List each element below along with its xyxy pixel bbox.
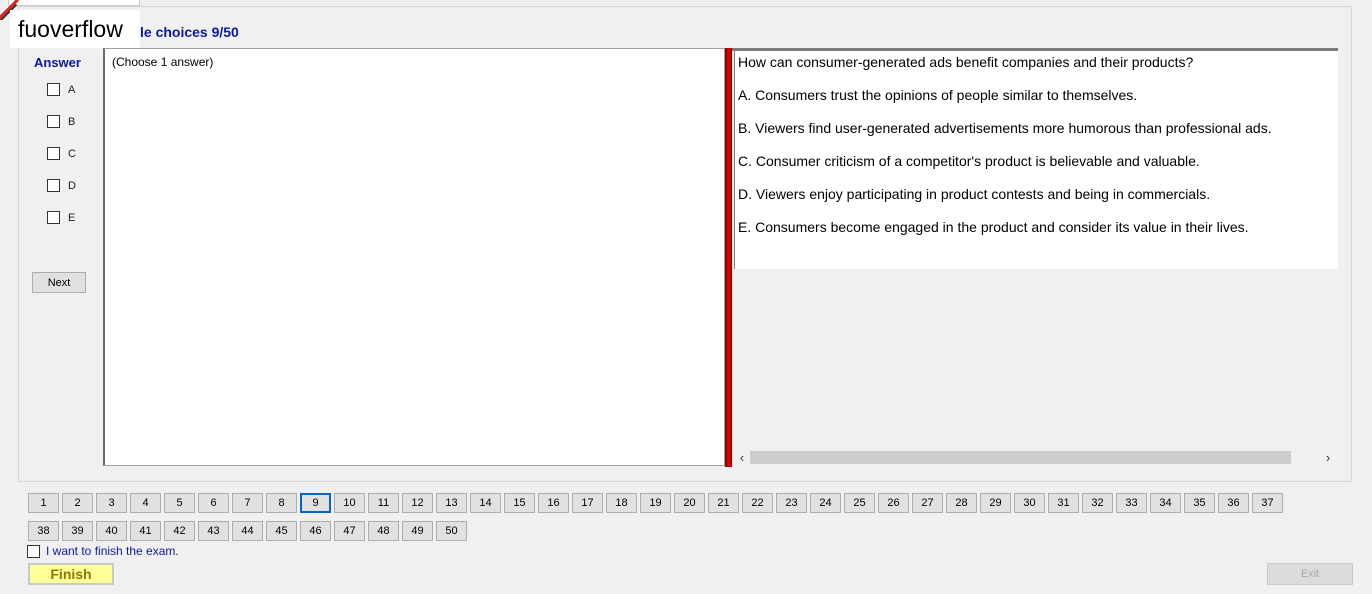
checkbox-d[interactable] [47, 179, 60, 192]
question-nav-button[interactable]: 40 [96, 521, 127, 541]
question-nav-button[interactable]: 6 [198, 493, 229, 513]
question-nav-button[interactable]: 26 [878, 493, 909, 513]
splitter-bar[interactable] [725, 48, 732, 467]
question-nav-button[interactable]: 10 [334, 493, 365, 513]
answer-option-label: A [68, 83, 76, 96]
answer-option-label: B [68, 115, 76, 128]
answer-option-label: D [68, 179, 76, 192]
answer-option-c[interactable]: C [47, 147, 76, 160]
finish-checkbox-row[interactable]: I want to finish the exam. [27, 544, 179, 558]
question-nav-button[interactable]: 20 [674, 493, 705, 513]
question-option-e: E. Consumers become engaged in the produ… [738, 219, 1249, 235]
scroll-thumb[interactable] [750, 451, 1291, 464]
question-nav-button[interactable]: 44 [232, 521, 263, 541]
question-nav-button[interactable]: 18 [606, 493, 637, 513]
question-nav-button[interactable]: 29 [980, 493, 1011, 513]
scroll-left-icon[interactable]: ‹ [734, 450, 750, 465]
question-nav-button[interactable]: 39 [62, 521, 93, 541]
choose-hint: (Choose 1 answer) [112, 55, 214, 69]
question-nav-button[interactable]: 23 [776, 493, 807, 513]
question-nav-button[interactable]: 48 [368, 521, 399, 541]
question-nav-button[interactable]: 49 [402, 521, 433, 541]
question-nav-button[interactable]: 21 [708, 493, 739, 513]
question-nav-button[interactable]: 37 [1252, 493, 1283, 513]
question-nav-button[interactable]: 46 [300, 521, 331, 541]
question-nav-button[interactable]: 42 [164, 521, 195, 541]
horizontal-scrollbar[interactable]: ‹ › [734, 448, 1338, 466]
answer-option-a[interactable]: A [47, 83, 75, 96]
section-title: le choices 9/50 [140, 24, 239, 40]
question-nav-button[interactable]: 22 [742, 493, 773, 513]
question-nav-button[interactable]: 17 [572, 493, 603, 513]
checkbox-a[interactable] [47, 83, 60, 96]
checkbox-e[interactable] [47, 211, 60, 224]
question-nav-button[interactable]: 36 [1218, 493, 1249, 513]
checkbox-c[interactable] [47, 147, 60, 160]
question-nav-button[interactable]: 28 [946, 493, 977, 513]
question-text: How can consumer-generated ads benefit c… [738, 54, 1194, 70]
choose-panel: (Choose 1 answer) [103, 48, 725, 466]
finish-button[interactable]: Finish [28, 563, 114, 585]
question-nav-button[interactable]: 47 [334, 521, 365, 541]
answer-option-b[interactable]: B [47, 115, 75, 128]
question-nav-button[interactable]: 3 [96, 493, 127, 513]
question-nav-button[interactable]: 9 [300, 493, 331, 513]
answer-option-e[interactable]: E [47, 211, 75, 224]
question-nav-button[interactable]: 35 [1184, 493, 1215, 513]
question-content: How can consumer-generated ads benefit c… [734, 51, 1338, 269]
question-nav-button[interactable]: 41 [130, 521, 161, 541]
answer-heading: Answer [34, 55, 81, 70]
next-button[interactable]: Next [32, 272, 86, 293]
scroll-right-icon[interactable]: › [1320, 450, 1336, 465]
question-option-b: B. Viewers find user-generated advertise… [738, 120, 1272, 136]
question-nav-button[interactable]: 30 [1014, 493, 1045, 513]
question-nav-button[interactable]: 45 [266, 521, 297, 541]
checkbox-b[interactable] [47, 115, 60, 128]
question-nav-button[interactable]: 38 [28, 521, 59, 541]
question-nav-button[interactable]: 14 [470, 493, 501, 513]
question-nav-button[interactable]: 33 [1116, 493, 1147, 513]
question-nav-button[interactable]: 50 [436, 521, 467, 541]
question-panel: How can consumer-generated ads benefit c… [732, 48, 1338, 466]
question-nav-button[interactable]: 12 [402, 493, 433, 513]
question-nav-button[interactable]: 16 [538, 493, 569, 513]
question-nav-button[interactable]: 25 [844, 493, 875, 513]
question-nav-button[interactable]: 11 [368, 493, 399, 513]
answer-option-d[interactable]: D [47, 179, 76, 192]
question-nav-button[interactable]: 15 [504, 493, 535, 513]
finish-checkbox[interactable] [27, 544, 40, 558]
question-nav-button[interactable]: 5 [164, 493, 195, 513]
question-nav-button[interactable]: 8 [266, 493, 297, 513]
question-nav-button[interactable]: 19 [640, 493, 671, 513]
question-nav-button[interactable]: 34 [1150, 493, 1181, 513]
question-nav-button[interactable]: 43 [198, 521, 229, 541]
answer-option-label: C [68, 147, 76, 160]
watermark: fuoverflow [10, 10, 140, 48]
question-nav-button[interactable]: 7 [232, 493, 263, 513]
question-nav-button[interactable]: 4 [130, 493, 161, 513]
answer-option-label: E [68, 211, 76, 224]
question-nav-button[interactable]: 24 [810, 493, 841, 513]
exit-button[interactable]: Exit [1267, 563, 1353, 585]
question-option-c: C. Consumer criticism of a competitor's … [738, 153, 1200, 169]
answer-column: Answer A B C D E Next [30, 48, 102, 293]
question-nav-button[interactable]: 32 [1082, 493, 1113, 513]
question-nav-button[interactable]: 13 [436, 493, 467, 513]
question-option-a: A. Consumers trust the opinions of peopl… [738, 87, 1138, 103]
question-nav-button[interactable]: 31 [1048, 493, 1079, 513]
question-nav-button[interactable]: 1 [28, 493, 59, 513]
question-nav-button[interactable]: 27 [912, 493, 943, 513]
finish-checkbox-label: I want to finish the exam. [46, 544, 179, 558]
question-option-d: D. Viewers enjoy participating in produc… [738, 186, 1211, 202]
question-nav-button[interactable]: 2 [62, 493, 93, 513]
